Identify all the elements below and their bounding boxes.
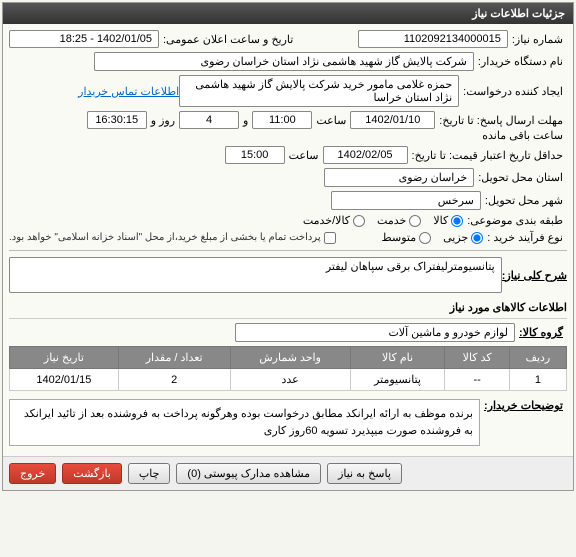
hour-label-1: ساعت bbox=[312, 114, 350, 127]
creator-value: حمزه غلامی مامور خرید شرکت پالایش گاز شه… bbox=[179, 75, 459, 107]
th-qty: تعداد / مقدار bbox=[118, 347, 230, 369]
need-desc-value: پتانسیومترلیفتراک برقی سپاهان لیفتر bbox=[9, 257, 502, 293]
buyer-notes-value: برنده موظف به ارائه ایرانکد مطابق درخواس… bbox=[9, 399, 480, 446]
remaining-label: ساعت باقی مانده bbox=[478, 129, 567, 142]
radio-goods-service-input[interactable] bbox=[353, 215, 365, 227]
goods-group-label: گروه کالا: bbox=[515, 326, 567, 339]
process-radio-group: جزیی متوسط bbox=[382, 231, 484, 244]
row-city: شهر محل تحویل: سرخس bbox=[9, 191, 567, 210]
row-deadline: مهلت ارسال پاسخ: تا تاریخ: 1402/01/10 سا… bbox=[9, 111, 567, 142]
deadline-label: مهلت ارسال پاسخ: تا تاریخ: bbox=[435, 114, 567, 127]
back-button[interactable]: بازگشت bbox=[62, 463, 122, 484]
td-unit: عدد bbox=[230, 369, 350, 391]
row-validity: حداقل تاریخ اعتبار قیمت: تا تاریخ: 1402/… bbox=[9, 146, 567, 164]
goods-group-value: لوازم خودرو و ماشین آلات bbox=[235, 323, 515, 342]
need-number-value: 1102092134000015 bbox=[358, 30, 508, 48]
creator-label: ایجاد کننده درخواست: bbox=[459, 85, 567, 98]
and-label: و bbox=[239, 114, 252, 127]
row-buyer-org: نام دستگاه خریدار: شرکت پالایش گاز شهید … bbox=[9, 52, 567, 71]
buyer-org-label: نام دستگاه خریدار: bbox=[474, 55, 567, 68]
announce-datetime-label: تاریخ و ساعت اعلان عمومی: bbox=[159, 33, 297, 46]
radio-small-label: جزیی bbox=[443, 231, 468, 244]
row-province: استان محل تحویل: خراسان رضوی bbox=[9, 168, 567, 187]
th-code: کد کالا bbox=[445, 347, 509, 369]
category-radio-group: کالا خدمت کالا/خدمت bbox=[303, 214, 463, 227]
radio-small[interactable]: جزیی bbox=[443, 231, 483, 244]
province-label: استان محل تحویل: bbox=[474, 171, 567, 184]
deadline-time: 11:00 bbox=[252, 111, 312, 129]
respond-button[interactable]: پاسخ به نیاز bbox=[327, 463, 402, 484]
attachments-button[interactable]: مشاهده مدارک پیوستی (0) bbox=[176, 463, 321, 484]
radio-goods-input[interactable] bbox=[451, 215, 463, 227]
radio-small-input[interactable] bbox=[471, 232, 483, 244]
row-goods-group: گروه کالا: لوازم خودرو و ماشین آلات bbox=[9, 323, 567, 342]
validity-label: حداقل تاریخ اعتبار قیمت: تا تاریخ: bbox=[408, 149, 567, 162]
row-process-type: نوع فرآیند خرید : جزیی متوسط پرداخت تمام… bbox=[9, 231, 567, 244]
payment-checkbox[interactable] bbox=[324, 232, 336, 244]
exit-button[interactable]: خروج bbox=[9, 463, 56, 484]
radio-medium-label: متوسط bbox=[382, 231, 417, 244]
td-code: -- bbox=[445, 369, 509, 391]
deadline-days: 4 bbox=[179, 111, 239, 129]
radio-medium-input[interactable] bbox=[419, 232, 431, 244]
row-category: طبقه بندی موضوعی: کالا خدمت کالا/خدمت bbox=[9, 214, 567, 227]
td-date: 1402/01/15 bbox=[10, 369, 119, 391]
need-number-label: شماره نیاز: bbox=[508, 33, 567, 46]
row-need-desc: شرح کلی نیاز: پتانسیومترلیفتراک برقی سپا… bbox=[9, 257, 567, 293]
day-label: روز و bbox=[147, 114, 179, 127]
td-row: 1 bbox=[509, 369, 566, 391]
validity-date: 1402/02/05 bbox=[323, 146, 408, 164]
contact-link[interactable]: اطلاعات تماس خریدار bbox=[78, 85, 179, 98]
th-unit: واحد شمارش bbox=[230, 347, 350, 369]
panel-title: جزئیات اطلاعات نیاز bbox=[3, 3, 573, 24]
th-date: تاریخ نیاز bbox=[10, 347, 119, 369]
need-details-panel: جزئیات اطلاعات نیاز شماره نیاز: 11020921… bbox=[2, 2, 574, 491]
radio-medium[interactable]: متوسط bbox=[382, 231, 432, 244]
radio-service[interactable]: خدمت bbox=[377, 214, 421, 227]
goods-info-title: اطلاعات کالاهای مورد نیاز bbox=[9, 297, 567, 319]
radio-goods[interactable]: کالا bbox=[433, 214, 463, 227]
row-buyer-notes: توضیحات خریدار: برنده موظف به ارائه ایرا… bbox=[9, 399, 567, 446]
th-name: نام کالا bbox=[350, 347, 445, 369]
payment-checkbox-item[interactable]: پرداخت تمام یا بخشی از مبلغ خرید،از محل … bbox=[9, 232, 336, 244]
footer-buttons: پاسخ به نیاز مشاهده مدارک پیوستی (0) چاپ… bbox=[3, 456, 573, 490]
announce-datetime-value: 1402/01/05 - 18:25 bbox=[9, 30, 159, 48]
buyer-notes-label: توضیحات خریدار: bbox=[480, 399, 567, 412]
payment-note: پرداخت تمام یا بخشی از مبلغ خرید،از محل … bbox=[9, 232, 321, 243]
table-row[interactable]: 1 -- پتانسیومتر عدد 2 1402/01/15 bbox=[10, 369, 567, 391]
goods-table: ردیف کد کالا نام کالا واحد شمارش تعداد /… bbox=[9, 346, 567, 391]
table-header-row: ردیف کد کالا نام کالا واحد شمارش تعداد /… bbox=[10, 347, 567, 369]
need-desc-label: شرح کلی نیاز: bbox=[502, 269, 567, 282]
process-type-label: نوع فرآیند خرید : bbox=[483, 231, 567, 244]
category-label: طبقه بندی موضوعی: bbox=[463, 214, 567, 227]
radio-goods-label: کالا bbox=[433, 214, 448, 227]
hour-label-2: ساعت bbox=[285, 149, 323, 162]
panel-body: شماره نیاز: 1102092134000015 تاریخ و ساع… bbox=[3, 24, 573, 456]
city-label: شهر محل تحویل: bbox=[481, 194, 567, 207]
radio-service-input[interactable] bbox=[409, 215, 421, 227]
print-button[interactable]: چاپ bbox=[128, 463, 171, 484]
buyer-org-value: شرکت پالایش گاز شهید هاشمی نژاد استان خر… bbox=[94, 52, 474, 71]
td-qty: 2 bbox=[118, 369, 230, 391]
deadline-remain: 16:30:15 bbox=[87, 111, 147, 129]
deadline-date: 1402/01/10 bbox=[350, 111, 435, 129]
row-creator: ایجاد کننده درخواست: حمزه غلامی مامور خر… bbox=[9, 75, 567, 107]
radio-goods-service-label: کالا/خدمت bbox=[303, 214, 350, 227]
city-value: سرخس bbox=[331, 191, 481, 210]
province-value: خراسان رضوی bbox=[324, 168, 474, 187]
validity-time: 15:00 bbox=[225, 146, 285, 164]
th-row: ردیف bbox=[509, 347, 566, 369]
radio-service-label: خدمت bbox=[377, 214, 406, 227]
radio-goods-service[interactable]: کالا/خدمت bbox=[303, 214, 365, 227]
td-name: پتانسیومتر bbox=[350, 369, 445, 391]
row-need-number: شماره نیاز: 1102092134000015 تاریخ و ساع… bbox=[9, 30, 567, 48]
